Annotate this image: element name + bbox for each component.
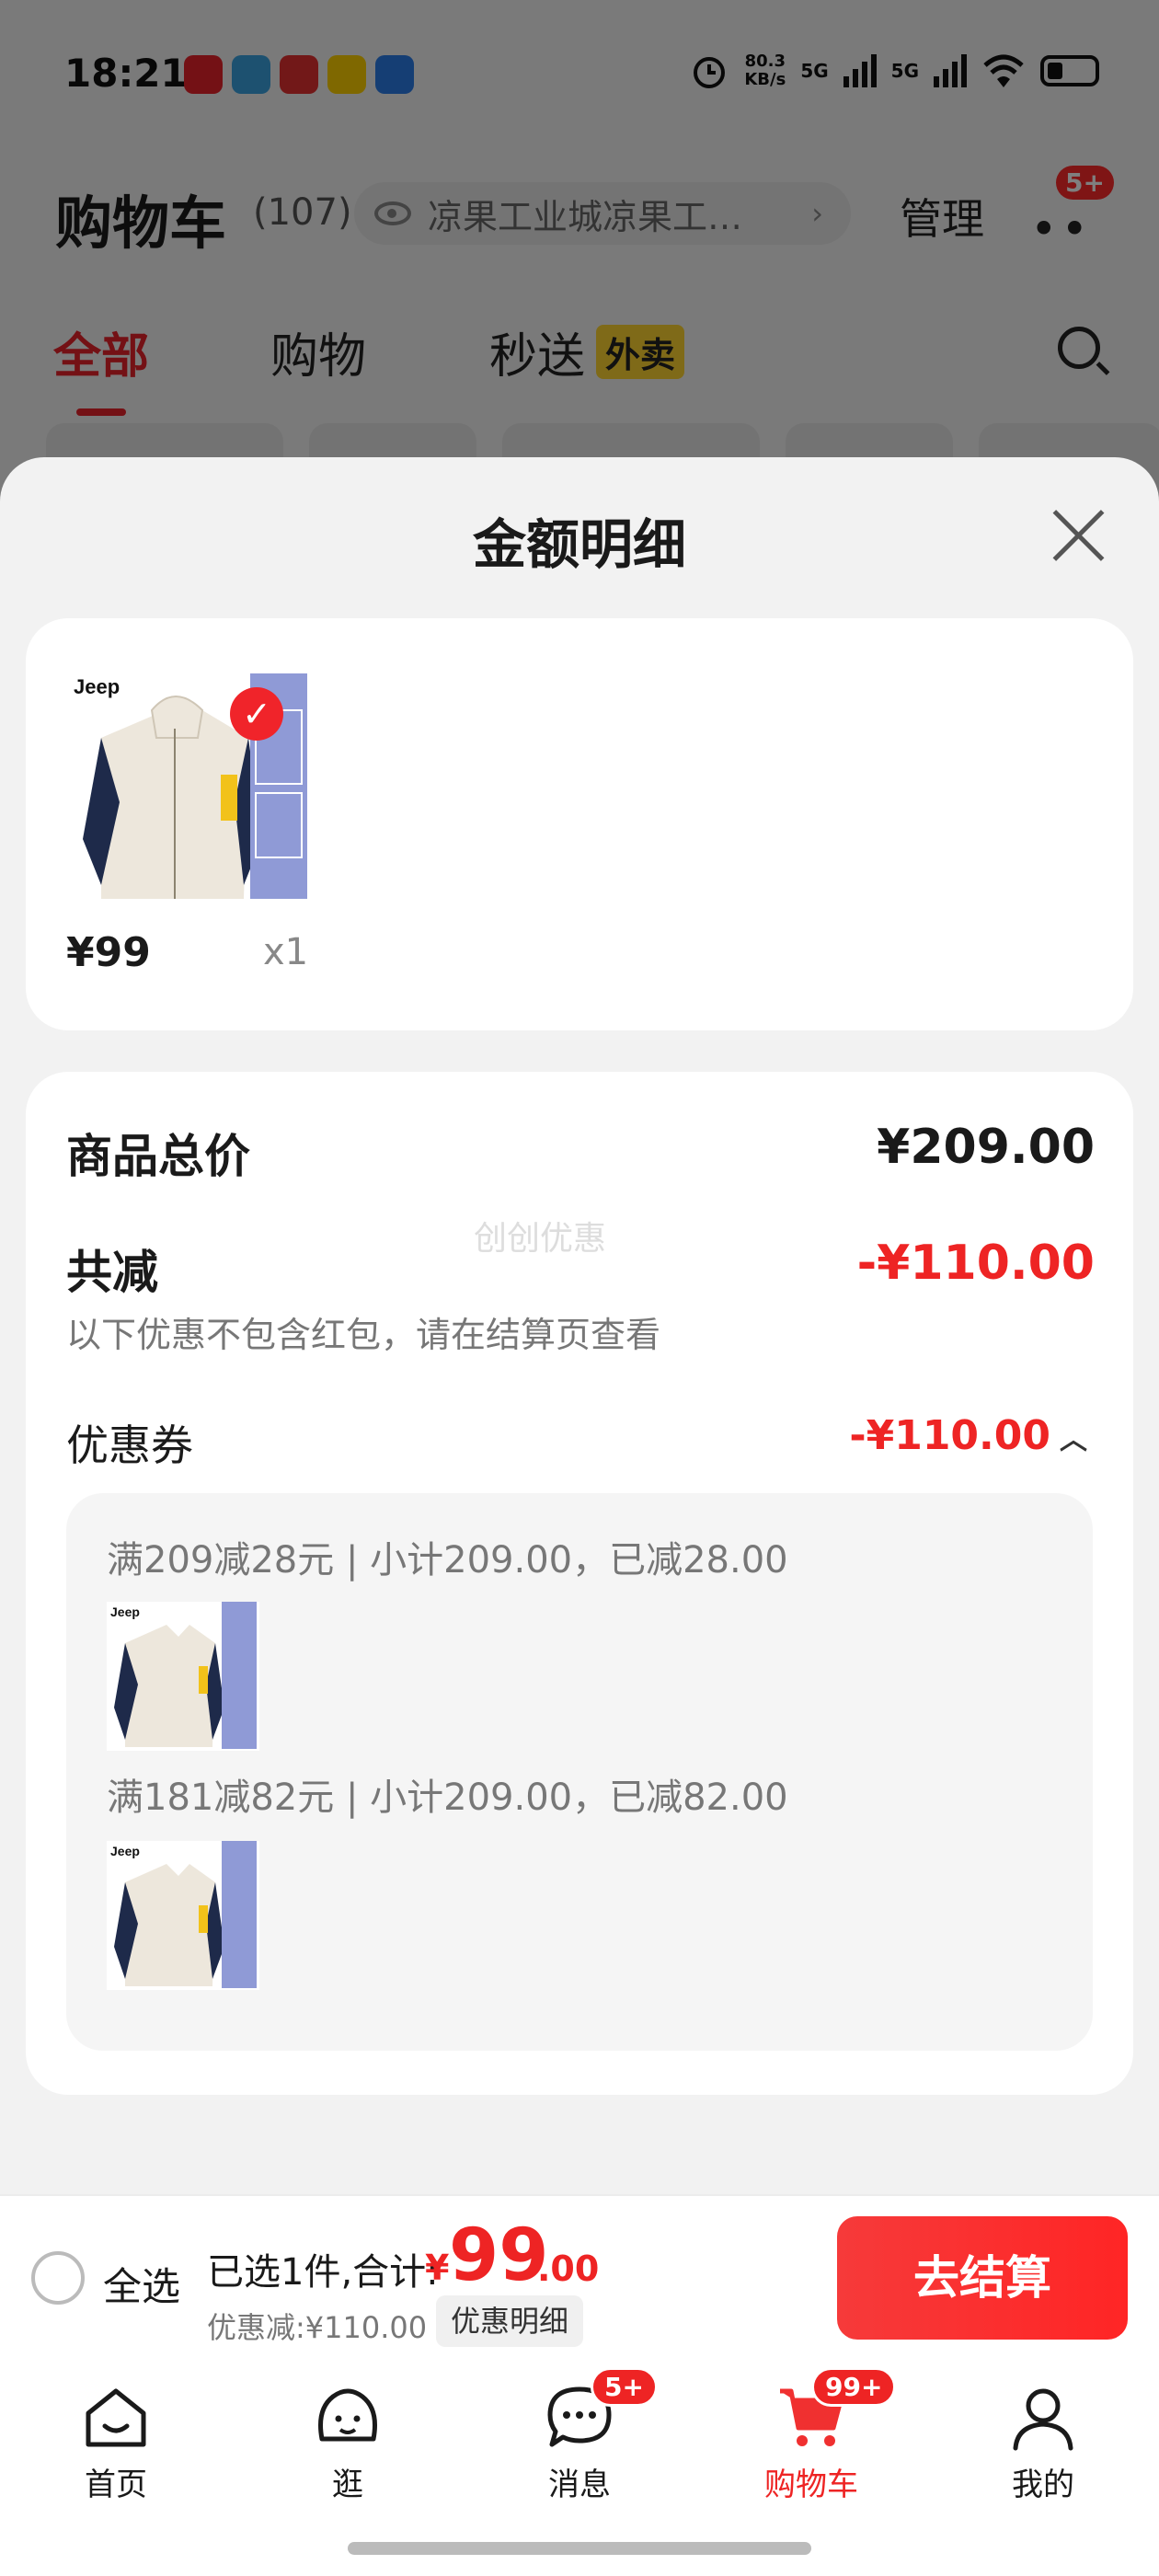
browse-icon: [318, 2388, 377, 2442]
total-currency: ¥: [425, 2248, 450, 2288]
price-summary-card: 商品总价 ¥209.00 创创优惠 共减 -¥110.00 以下优惠不包含红包，…: [26, 1072, 1133, 2095]
item-price: ¥99: [66, 929, 151, 976]
chevron-up-icon: ︿: [1060, 1424, 1087, 1456]
messages-badge: 5+: [591, 2367, 658, 2407]
home-indicator[interactable]: [348, 2542, 811, 2555]
coupon-toggle[interactable]: -¥110.00 ︿: [849, 1412, 1087, 1459]
selected-summary: 已选1件,合计:: [207, 2251, 439, 2294]
nav-label: 消息: [548, 2467, 611, 2503]
coupon-rule: 满181减82元 | 小计209.00，已减82.00: [107, 1777, 788, 1819]
nav-profile[interactable]: 我的: [927, 2358, 1159, 2524]
reduction-label: 共减: [66, 1246, 158, 1299]
nav-home[interactable]: 首页: [0, 2358, 232, 2524]
svg-text:Jeep: Jeep: [74, 675, 120, 698]
total-amount: 99: [449, 2214, 549, 2297]
cart-badge: 99+: [811, 2367, 897, 2407]
cart-page-background: 18:21 80.3 KB/s 5G 5G 购物车 (107) 凉果工: [0, 0, 1159, 515]
home-icon: [86, 2388, 146, 2447]
reduction-value: -¥110.00: [856, 1236, 1095, 1291]
modal-scrim[interactable]: [0, 0, 1159, 515]
select-all-radio[interactable]: [31, 2251, 85, 2305]
svg-text:Jeep: Jeep: [110, 1604, 140, 1619]
nav-messages[interactable]: 5+ 消息: [464, 2358, 695, 2524]
nav-label: 购物车: [764, 2467, 858, 2503]
product-thumbnail: Jeep: [107, 1841, 259, 1990]
total-decimal: .00: [537, 2248, 600, 2289]
total-price-value: ¥209.00: [877, 1120, 1095, 1175]
sheet-title: 金额明细: [472, 513, 686, 576]
nav-label: 逛: [332, 2467, 363, 2503]
selected-items-card: Jeep ✓ ¥99 x1: [26, 618, 1133, 1030]
coupon-detail-box: 满209减28元 | 小计209.00，已减28.00 Jeep 满181减82…: [66, 1493, 1093, 2051]
product-thumbnail[interactable]: Jeep: [64, 673, 329, 905]
bottom-navigation: 首页 逛 5+ 消息 99+ 购物车 我的: [0, 2358, 1159, 2576]
total-price-label: 商品总价: [66, 1130, 250, 1183]
discount-detail-button[interactable]: 优惠明细: [436, 2295, 584, 2347]
profile-icon: [1013, 2388, 1073, 2451]
checkout-button[interactable]: 去结算: [837, 2216, 1128, 2340]
watermark-text: 创创优惠: [474, 1220, 607, 1258]
reduction-note: 以下优惠不包含红包，请在结算页查看: [66, 1315, 661, 1355]
coupon-rule: 满209减28元 | 小计209.00，已减28.00: [107, 1539, 788, 1581]
product-thumbnail: Jeep: [107, 1602, 259, 1751]
nav-label: 我的: [1012, 2467, 1074, 2503]
discount-text: 优惠减:¥110.00: [207, 2310, 428, 2345]
select-all-label[interactable]: 全选: [103, 2256, 180, 2312]
nav-browse[interactable]: 逛: [232, 2358, 464, 2524]
svg-text:Jeep: Jeep: [110, 1844, 140, 1858]
check-icon: ✓: [230, 687, 283, 741]
nav-label: 首页: [85, 2467, 147, 2503]
item-quantity: x1: [263, 931, 309, 973]
amount-detail-sheet: 金额明细 Jeep ✓ ¥99 x1 商品总价 ¥209.00 创创优惠 共减 …: [0, 457, 1159, 2362]
checkout-bar: 全选 已选1件,合计: ¥ 99 .00 优惠减:¥110.00 优惠明细 去结…: [0, 2194, 1159, 2358]
coupon-label: 优惠券: [66, 1420, 193, 1470]
nav-cart[interactable]: 99+ 购物车: [695, 2358, 927, 2524]
close-button[interactable]: [1049, 505, 1109, 566]
coupon-value: -¥110.00: [849, 1412, 1050, 1459]
